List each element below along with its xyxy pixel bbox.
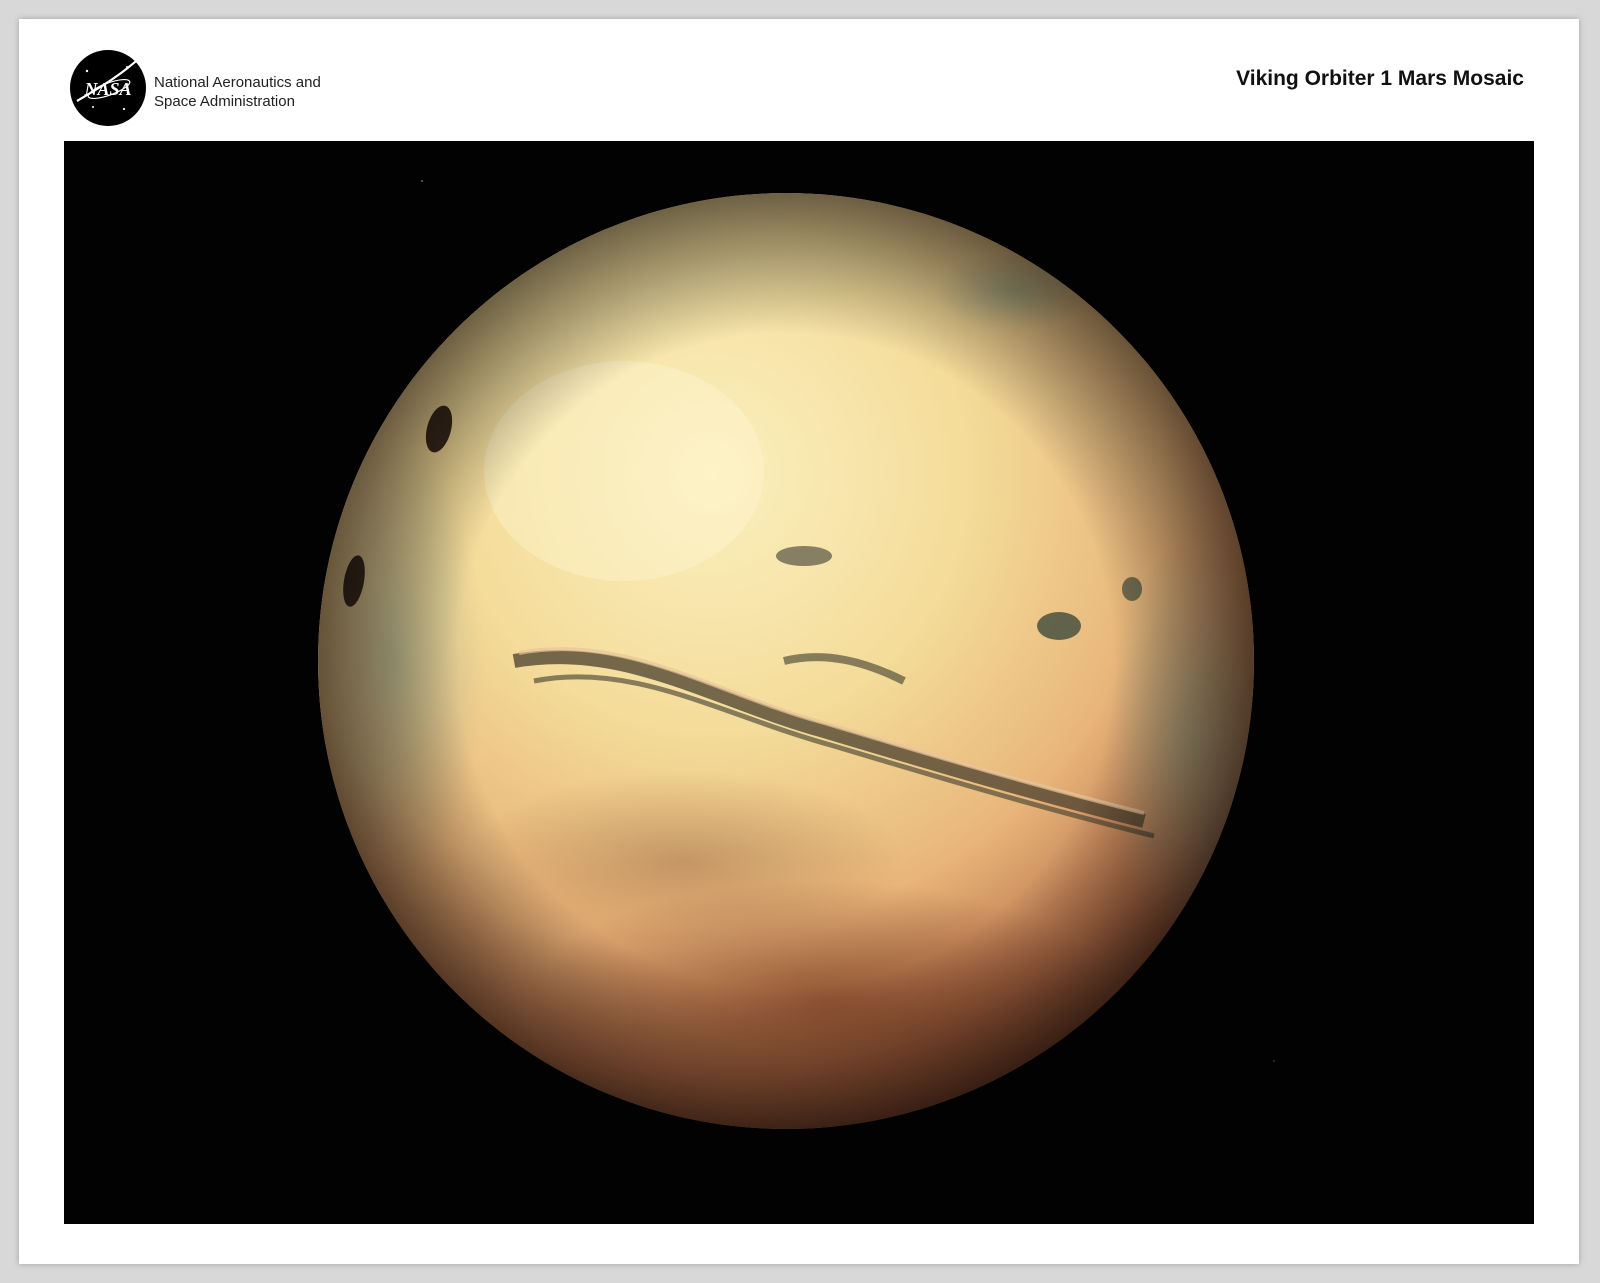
agency-name: National Aeronautics and Space Administr… xyxy=(154,73,321,111)
nasa-logo-text: NASA xyxy=(83,79,131,99)
photo-card: NASA National Aeronautics and Space Admi… xyxy=(19,19,1579,1264)
agency-name-line2: Space Administration xyxy=(154,93,295,110)
photo-title: Viking Orbiter 1 Mars Mosaic xyxy=(1236,67,1524,90)
nasa-meatball-icon: NASA xyxy=(70,50,146,126)
agency-name-line1: National Aeronautics and xyxy=(154,74,321,91)
nasa-logo: NASA xyxy=(69,49,147,127)
mars-photo xyxy=(64,141,1534,1224)
mars-globe-image xyxy=(318,180,1275,1129)
